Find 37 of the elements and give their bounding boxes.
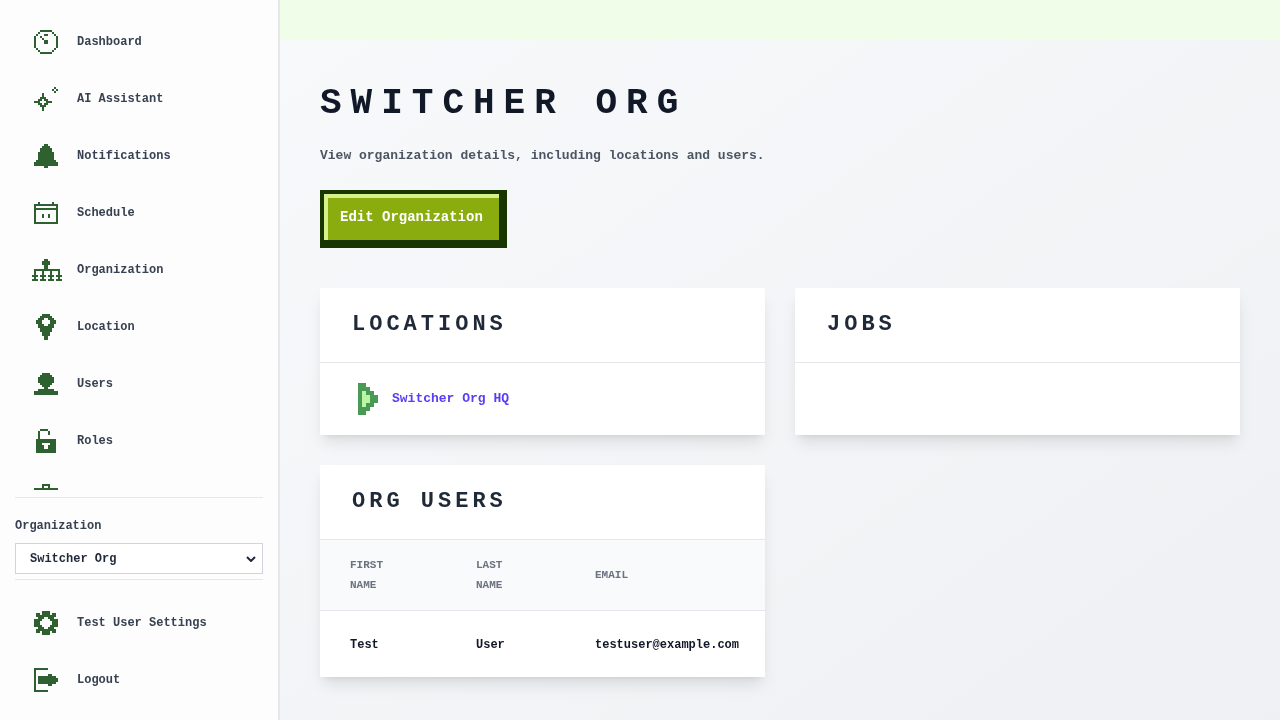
nav-item[interactable]: Test User Settings bbox=[0, 594, 278, 651]
nav-item[interactable]: Dashboard bbox=[0, 13, 278, 70]
nav-item[interactable]: Users bbox=[0, 355, 278, 412]
calendar-icon bbox=[34, 201, 58, 224]
gear-icon bbox=[34, 610, 58, 635]
bell-icon bbox=[34, 143, 58, 168]
cut-off-nav-icon bbox=[34, 484, 58, 490]
field-label: Organization bbox=[15, 518, 102, 534]
chevron-down-icon bbox=[246, 555, 256, 562]
column-header: FIRST NAME bbox=[350, 558, 383, 593]
nav-item[interactable]: Location bbox=[0, 298, 278, 355]
page-title: SWITCHER ORG bbox=[320, 84, 688, 124]
nav-item[interactable]: Roles bbox=[0, 412, 278, 469]
table-cell: User bbox=[476, 638, 505, 652]
page-description: View organization details, including locations and users. bbox=[320, 147, 765, 165]
nav-item[interactable]: AI Assistant bbox=[0, 70, 278, 127]
logout-icon bbox=[34, 667, 58, 692]
sparkle-icon bbox=[34, 86, 58, 111]
column-header: LAST NAME bbox=[476, 558, 503, 593]
card-title: ORG USERS bbox=[352, 488, 507, 516]
location-link[interactable]: Switcher Org HQ bbox=[392, 389, 510, 409]
nav-item[interactable]: Logout bbox=[0, 651, 278, 708]
user-icon bbox=[34, 372, 58, 395]
map-pin-icon bbox=[36, 313, 56, 340]
organization-select[interactable]: Switcher Org bbox=[15, 543, 263, 574]
card-title: JOBS bbox=[827, 311, 896, 339]
nav-item[interactable]: Organization bbox=[0, 241, 278, 298]
play-icon bbox=[358, 383, 378, 415]
nav-item[interactable]: Notifications bbox=[0, 127, 278, 184]
column-header: EMAIL bbox=[595, 568, 628, 583]
table-cell: Test bbox=[350, 638, 379, 652]
nav-item[interactable]: Schedule bbox=[0, 184, 278, 241]
gauge-icon bbox=[34, 29, 58, 54]
org-chart-icon bbox=[30, 258, 62, 281]
padlock-icon bbox=[36, 428, 56, 453]
table-cell: testuser@example.com bbox=[595, 638, 740, 652]
card-title: LOCATIONS bbox=[352, 311, 507, 339]
